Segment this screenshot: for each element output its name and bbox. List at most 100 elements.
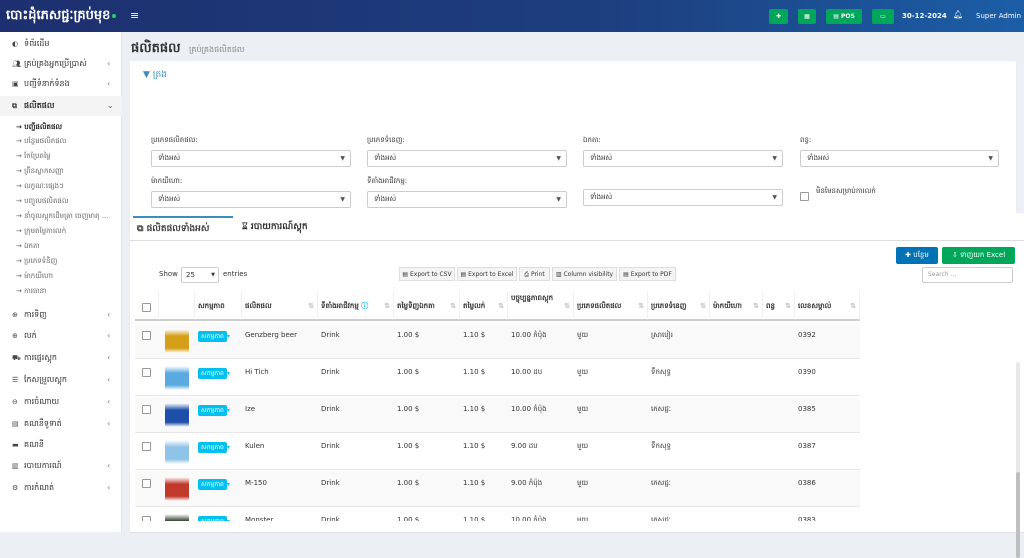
sidebar-item-settings[interactable]: ⚙ ការកំណត់ ‹ — [0, 478, 122, 498]
stock-header[interactable]: បច្ចុប្បន្នភាពស្តុក ⇅ — [508, 291, 574, 321]
export-csv-button[interactable]: ▤ Export to CSV — [399, 267, 455, 281]
submenu-import-products[interactable]: → បញ្ចូលផលិតផល — [16, 195, 122, 208]
category-header[interactable]: ប្រភេទទំនេញ ⇅ — [648, 291, 710, 321]
table-row[interactable]: សកម្មភាព ▾ Ize Drink 1.00 $1.10 $10.00 កំប៉ុ… — [135, 397, 860, 433]
submenu-add-product[interactable]: → បន្ថែមផលិតផល — [16, 135, 122, 148]
status-select[interactable]: ទាំងអស់ ▼ — [583, 189, 783, 206]
brand-logo[interactable]: បោះដុំភេសជ្ជៈគ្រប់មុខ — [0, 0, 122, 32]
action-cell: សកម្មភាព▾ — [195, 397, 242, 433]
not-for-sale-checkbox[interactable] — [800, 192, 809, 201]
page-length-select[interactable]: 25 ▼ — [181, 267, 219, 283]
action-dropdown-button[interactable]: សកម្មភាព — [198, 442, 227, 453]
cash-icon[interactable]: ▭ — [872, 9, 894, 24]
bell-icon[interactable]: 🔔︎ — [953, 10, 963, 19]
submenu-print-labels[interactable]: → ព្រីនស្លាកសញ្ញា — [16, 165, 122, 178]
dashboard-icon: ◐ — [12, 40, 19, 48]
sku-header[interactable]: លេខសម្គាល់ ⇅ — [795, 291, 860, 321]
submenu-update-price[interactable]: → កែប្រែតម្លៃ — [16, 150, 122, 163]
sidebar-item-stock-transfer[interactable]: ⛟ ការផ្ទេរស្តុក ‹ — [0, 348, 122, 368]
submenu-variations[interactable]: → លក្ខណៈផ្សេងៗ — [16, 180, 122, 193]
submenu-price-groups[interactable]: → ក្រុមតម្លៃការលក់ — [16, 225, 122, 238]
sku-cell: 0392 — [798, 331, 816, 339]
action-dropdown-button[interactable]: សកម្មភាព — [198, 368, 227, 379]
money-icon: ▤ — [12, 420, 19, 428]
type-cell: មួយ — [577, 442, 589, 450]
submenu-units[interactable]: → ឯកតា — [16, 240, 122, 253]
download-excel-button[interactable]: ⇩ ទាញយក Excel — [942, 247, 1015, 264]
product-header[interactable]: ផលិតផល ⇅ — [242, 291, 318, 321]
sell-price-header[interactable]: តម្លៃលក់ ⇅ — [460, 291, 508, 321]
table-row[interactable]: សកម្មភាព ▾ Hi Tich Drink 1.00 $1.10 $10.00 ដ… — [135, 360, 860, 396]
tax-cell — [763, 323, 795, 359]
bars-icon[interactable]: ≡ — [130, 9, 139, 22]
category-cell: ទឹកសុទ្ធ — [651, 442, 671, 450]
sidebar-item-contacts[interactable]: ▣ បញ្ជីទំនាក់ទំនង ‹ — [0, 74, 122, 94]
submenu-brands[interactable]: → ម៉ាកយីហោ — [16, 270, 122, 283]
product-type-header[interactable]: ប្រភេទផលិតផល ⇅ — [574, 291, 648, 321]
submenu-opening-stock[interactable]: → នាំចូលស្តុកដើមគ្រា ចេញមាតុ ... — [16, 210, 122, 223]
action-dropdown-button[interactable]: សកម្មភាព — [198, 479, 227, 490]
pos-button[interactable]: ▤ POS — [826, 9, 862, 24]
add-icon[interactable]: ✚ — [769, 9, 788, 24]
sidebar-item-dashboard[interactable]: ◐ ទំព័រដើម — [0, 34, 122, 54]
action-dropdown-button[interactable]: សកម្មភាព — [198, 516, 227, 521]
filter-header[interactable]: ▼ ត្រង — [143, 69, 167, 82]
product-cell: Genzberg beer — [245, 331, 297, 339]
row-checkbox[interactable] — [142, 516, 151, 521]
sidebar-item-stock-adjustment[interactable]: ☰ កែសម្រួលស្តុក ‹ — [0, 370, 122, 390]
calculator-icon[interactable]: ▦ — [798, 9, 816, 24]
vertical-scrollbar[interactable] — [1016, 362, 1020, 558]
select-all-checkbox[interactable] — [142, 303, 151, 312]
sidebar: ◐ ទំព័រដើម 👥︎ គ្រប់គ្រងអ្នកប្រើប្រាស់ ‹ ▣ បញ… — [0, 32, 122, 532]
sidebar-item-users[interactable]: 👥︎ គ្រប់គ្រងអ្នកប្រើប្រាស់ ‹ — [0, 54, 122, 74]
category-select[interactable]: ទាំងអស់ ▼ — [367, 150, 567, 167]
purchase-cell: 1.00 $ — [397, 442, 420, 450]
sidebar-item-reports[interactable]: ▥ របាយការណ៍ ‹ — [0, 456, 122, 476]
brand-cell — [710, 323, 763, 359]
table-row[interactable]: សកម្មភាព ▾ M-150 Drink 1.00 $1.10 $9.00 កំប៉… — [135, 471, 860, 507]
purchase-price-header[interactable]: តម្លៃទិញឯកតា ⇅ — [394, 291, 460, 321]
sidebar-item-purchases[interactable]: ⊕ ការទិញ ‹ — [0, 305, 122, 325]
column-visibility-button[interactable]: ▥ Column visibility — [552, 267, 617, 281]
scrollbar-thumb[interactable] — [1016, 472, 1020, 558]
row-checkbox[interactable] — [142, 368, 151, 377]
location-cell: Drink — [321, 331, 340, 339]
product-type-select[interactable]: ទាំងអស់ ▼ — [151, 150, 351, 167]
search-input[interactable]: Search ... — [922, 267, 1013, 283]
user-menu[interactable]: Super Admin — [976, 12, 1021, 20]
tax-header[interactable]: ពន្ធ ⇅ — [763, 291, 795, 321]
sidebar-item-products[interactable]: ⧉ ផលិតផល ⌄ — [0, 96, 122, 116]
row-checkbox[interactable] — [142, 442, 151, 451]
action-dropdown-button[interactable]: សកម្មភាព — [198, 405, 227, 416]
location-select[interactable]: ទាំងអស់ ▼ — [367, 191, 567, 208]
unit-select[interactable]: ទាំងអស់ ▼ — [583, 150, 783, 167]
table-row[interactable]: សកម្មភាព ▾ Genzberg beer Drink 1.00 $1.10 $1… — [135, 323, 860, 359]
submenu-warranties[interactable]: → ការធានា — [16, 285, 122, 298]
sidebar-item-sell[interactable]: ⊕ លក់ ‹ — [0, 326, 122, 346]
chevron-left-icon: ‹ — [107, 59, 111, 68]
row-checkbox[interactable] — [142, 405, 151, 414]
sidebar-item-accounts[interactable]: ▬ គណនី — [0, 435, 122, 455]
export-excel-button[interactable]: ▤ Export to Excel — [457, 267, 517, 281]
brand-header[interactable]: ម៉ាកយីហោ ⇅ — [710, 291, 763, 321]
tax-select[interactable]: ទាំងអស់ ▼ — [800, 150, 999, 167]
row-checkbox[interactable] — [142, 479, 151, 488]
table-row[interactable]: សកម្មភាព▾MonsterDrink1.00 $1.10 $10.00 ក… — [135, 508, 860, 521]
tab-all-products[interactable]: ⧉ ផលិតផលទាំងអស់ — [133, 216, 233, 240]
sidebar-item-payment-accounts[interactable]: ▤ គណនីទូទាត់ ‹ — [0, 414, 122, 434]
location-header[interactable]: ទីតាំងអាជីវកម្ម ⓘ ⇅ — [318, 291, 394, 321]
action-cell: សកម្មភាព▾ — [195, 508, 242, 521]
export-pdf-button[interactable]: ▤ Export to PDF — [619, 267, 676, 281]
row-checkbox[interactable] — [142, 331, 151, 340]
sidebar-item-expenses[interactable]: ⊖ ការចំណាយ ‹ — [0, 392, 122, 412]
brand-select[interactable]: ទាំងអស់ ▼ — [151, 191, 351, 208]
action-dropdown-button[interactable]: សកម្មភាព — [198, 331, 227, 342]
print-button[interactable]: ⎙ Print — [519, 267, 550, 281]
submenu-product-list[interactable]: → បញ្ជីផលិតផល — [16, 121, 122, 134]
tax-label: ពន្ធ: — [800, 136, 812, 144]
add-button[interactable]: ✚ បន្ថែម — [896, 247, 938, 264]
submenu-categories[interactable]: → ប្រភេទទំនិញ — [16, 255, 122, 268]
table-row[interactable]: សកម្មភាព ▾ Kulen Drink 1.00 $1.10 $9.00 ដប មួ… — [135, 434, 860, 470]
tab-stock-report[interactable]: ⌛︎ របាយការណ៍ស្តុក — [238, 216, 348, 240]
caret-down-icon: ▼ — [772, 194, 777, 201]
